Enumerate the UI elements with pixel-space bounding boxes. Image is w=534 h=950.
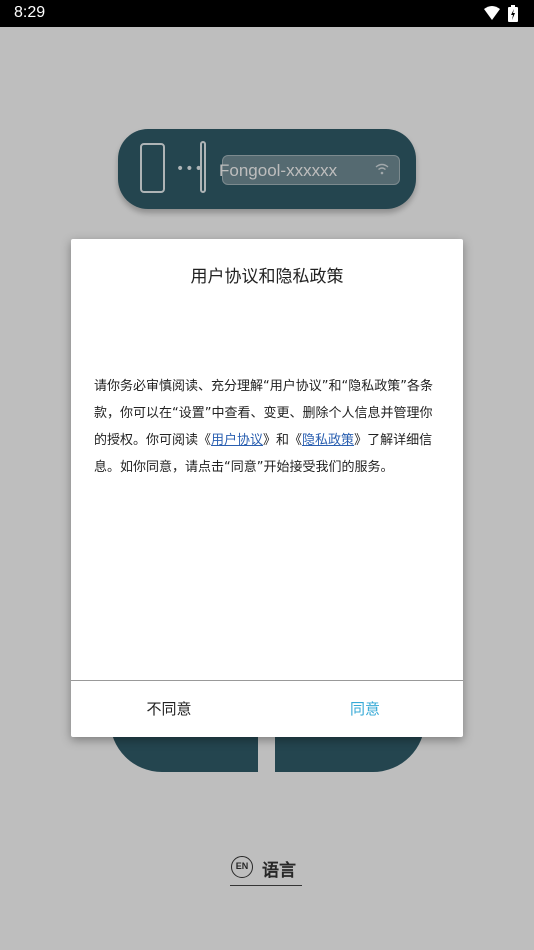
dialog-title: 用户协议和隐私政策	[190, 267, 344, 287]
dialog-body: 请你务必审慎阅读、充分理解“用户协议”和“隐私政策”各条款，你可以在“设置”中查…	[94, 373, 442, 481]
battery-charging-icon	[508, 5, 518, 22]
wifi-icon	[484, 6, 500, 20]
dialog-body-text-2: 》和《	[263, 433, 303, 448]
status-time: 8:29	[14, 4, 46, 21]
status-bar: 8:29	[0, 0, 534, 27]
user-agreement-link[interactable]: 用户协议	[211, 433, 263, 448]
privacy-policy-link[interactable]: 隐私政策	[302, 433, 354, 448]
agree-button[interactable]: 同意	[267, 681, 463, 737]
privacy-dialog: 用户协议和隐私政策 请你务必审慎阅读、充分理解“用户协议”和“隐私政策”各条款，…	[71, 239, 463, 737]
disagree-button[interactable]: 不同意	[71, 681, 267, 737]
